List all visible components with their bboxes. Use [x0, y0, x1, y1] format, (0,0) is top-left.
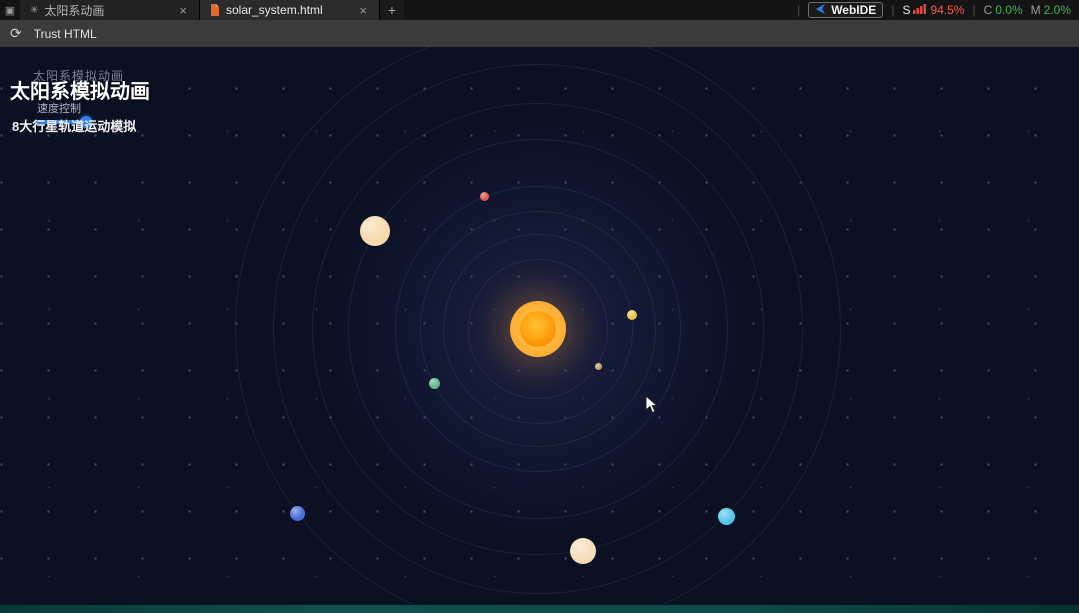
preview-icon: ✳ [30, 5, 38, 16]
speed-slider[interactable] [34, 117, 92, 127]
ghost-title-text: 太阳系模拟动画 [33, 67, 124, 84]
slider-fill [34, 120, 86, 124]
webide-button[interactable]: WebIDE [808, 2, 883, 18]
hud-overlay: 太阳系模拟动画 太阳系模拟动画 速度控制 8大行星轨道运动模拟 [0, 47, 300, 207]
stat-memory: M 2.0% [1031, 3, 1071, 17]
tab-bar-spacer [404, 0, 789, 20]
stat-m-label: M [1031, 3, 1041, 17]
trust-html-button[interactable]: Trust HTML [34, 27, 97, 41]
space-canvas: 太阳系模拟动画 太阳系模拟动画 速度控制 8大行星轨道运动模拟 [0, 47, 1079, 613]
speed-control-label: 速度控制 [37, 100, 81, 116]
app-icon: ▣ [0, 0, 20, 20]
planet-jupiter [360, 216, 390, 246]
refresh-icon[interactable]: ⟳ [10, 25, 22, 42]
stat-s-value: 94.5% [930, 3, 964, 17]
planet-venus [627, 310, 637, 320]
planet-mars [480, 192, 489, 201]
tab-bar: ▣ ✳ 太阳系动画 × solar_system.html × + | WebI… [0, 0, 1079, 20]
sun-core [520, 311, 557, 348]
divider: | [972, 3, 975, 17]
planet-sun [510, 301, 566, 357]
tab-solar-system-html[interactable]: solar_system.html × [200, 0, 380, 20]
divider: | [797, 3, 800, 17]
close-icon[interactable]: × [177, 4, 189, 17]
tab-solar-animation[interactable]: ✳ 太阳系动画 × [20, 0, 200, 20]
planet-neptune [290, 506, 305, 521]
page-title: 太阳系模拟动画 [10, 75, 150, 104]
stat-c-value: 0.0% [995, 3, 1022, 17]
close-icon[interactable]: × [357, 4, 369, 17]
preview-toolbar: ⟳ Trust HTML [0, 20, 1079, 47]
tab-label: solar_system.html [226, 3, 323, 17]
tab-label: 太阳系动画 [44, 2, 104, 19]
stat-m-value: 2.0% [1044, 3, 1071, 17]
slider-handle[interactable] [80, 116, 92, 128]
stat-cpu: C 0.0% [984, 3, 1023, 17]
signal-bars-icon [913, 3, 927, 17]
bottom-taskbar-strip [0, 604, 1079, 613]
stat-c-label: C [984, 3, 993, 17]
stat-signal: S 94.5% [902, 3, 964, 17]
stat-s-label: S [902, 3, 910, 17]
planet-uranus [718, 508, 735, 525]
html-file-icon [210, 4, 220, 16]
webide-label: WebIDE [831, 3, 876, 17]
new-tab-button[interactable]: + [380, 0, 404, 20]
webide-logo-icon [815, 3, 827, 18]
statusbar-right: | WebIDE | S 94.5% | C 0.0% M 2.0% [789, 0, 1079, 20]
planet-saturn [570, 538, 596, 564]
divider: | [891, 3, 894, 17]
planet-earth [429, 378, 440, 389]
planet-mercury [595, 363, 602, 370]
